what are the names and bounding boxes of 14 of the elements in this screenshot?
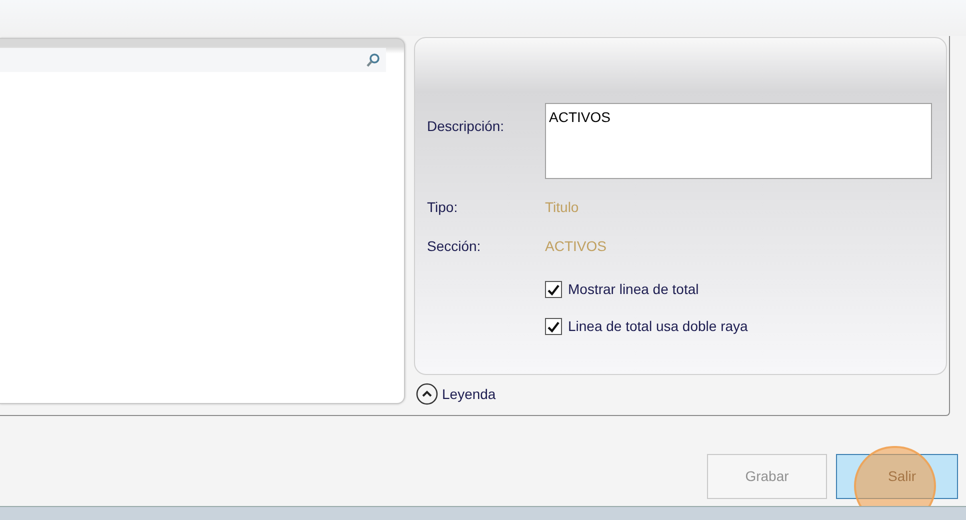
search-field[interactable] xyxy=(0,48,386,72)
checkbox[interactable] xyxy=(545,281,562,298)
field-label: Sección: xyxy=(427,237,482,256)
checkbox-label: Linea de total usa doble raya xyxy=(568,317,748,336)
checkbox-label: Mostrar linea de total xyxy=(568,280,699,299)
checkbox[interactable] xyxy=(545,318,562,335)
legend-toggle[interactable]: Leyenda xyxy=(442,384,496,404)
description-field[interactable]: ACTIVOS xyxy=(545,103,932,179)
description-label: Descripción: xyxy=(427,117,506,136)
collapse-icon[interactable] xyxy=(416,383,438,405)
field-value: Titulo xyxy=(545,198,579,217)
search-icon[interactable] xyxy=(366,52,380,68)
field-label: Tipo: xyxy=(427,198,459,217)
field-value: ACTIVOS xyxy=(545,237,606,256)
